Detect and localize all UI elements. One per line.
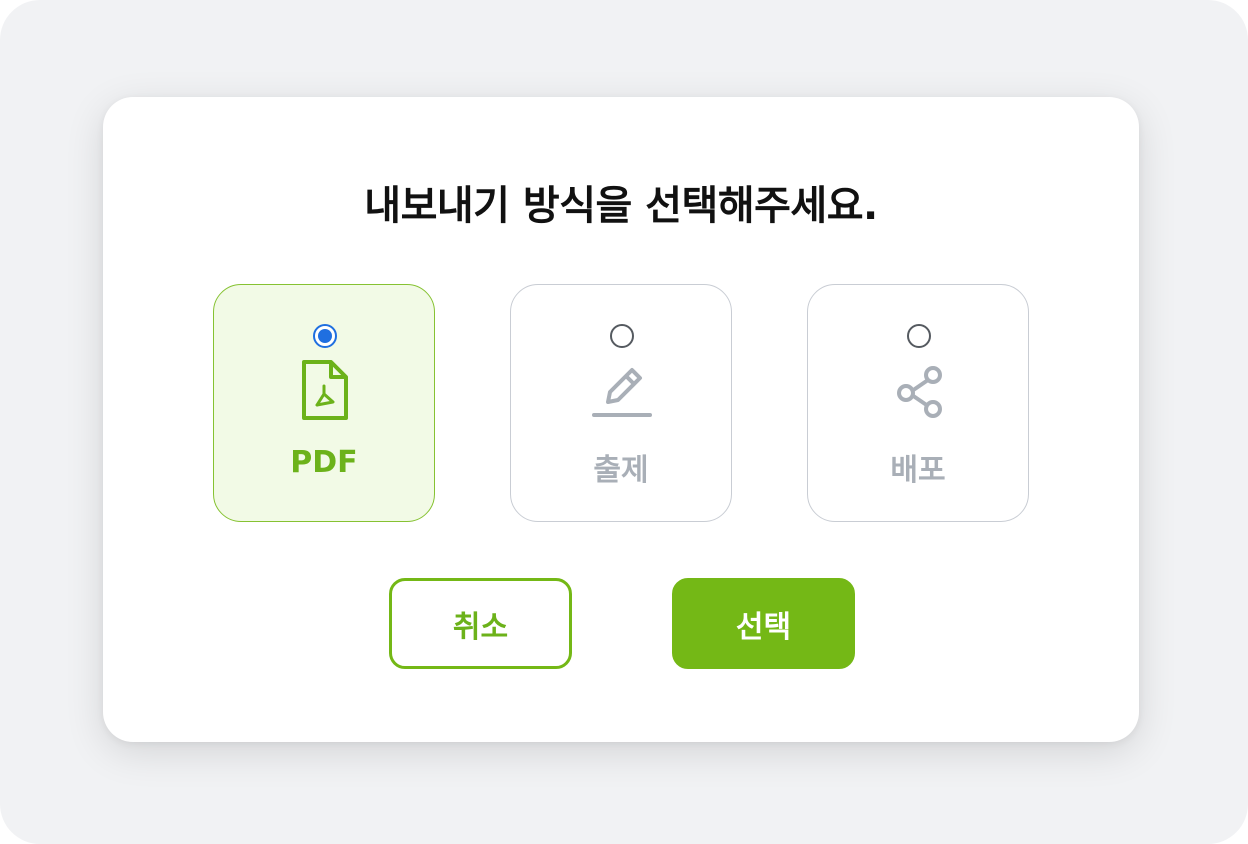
option-distribute[interactable]: 배포 (807, 284, 1029, 522)
select-button[interactable]: 선택 (672, 578, 855, 669)
pencil-icon (592, 368, 652, 417)
option-label-distribute: 배포 (890, 453, 946, 488)
create-radio[interactable] (610, 324, 634, 348)
pdf-file-icon (302, 360, 348, 420)
option-label-create: 출제 (593, 453, 649, 488)
option-pdf[interactable]: PDF (213, 284, 435, 522)
pdf-radio[interactable] (313, 324, 337, 348)
distribute-radio[interactable] (907, 324, 931, 348)
option-create[interactable]: 출제 (510, 284, 732, 522)
dialog-title: 내보내기 방식을 선택해주세요. (364, 183, 878, 229)
option-label-pdf: PDF (290, 445, 358, 480)
cancel-button[interactable]: 취소 (389, 578, 572, 669)
export-dialog: 내보내기 방식을 선택해주세요. PDF 출제 배포 취소 선택 (103, 97, 1139, 742)
share-icon (897, 366, 942, 418)
